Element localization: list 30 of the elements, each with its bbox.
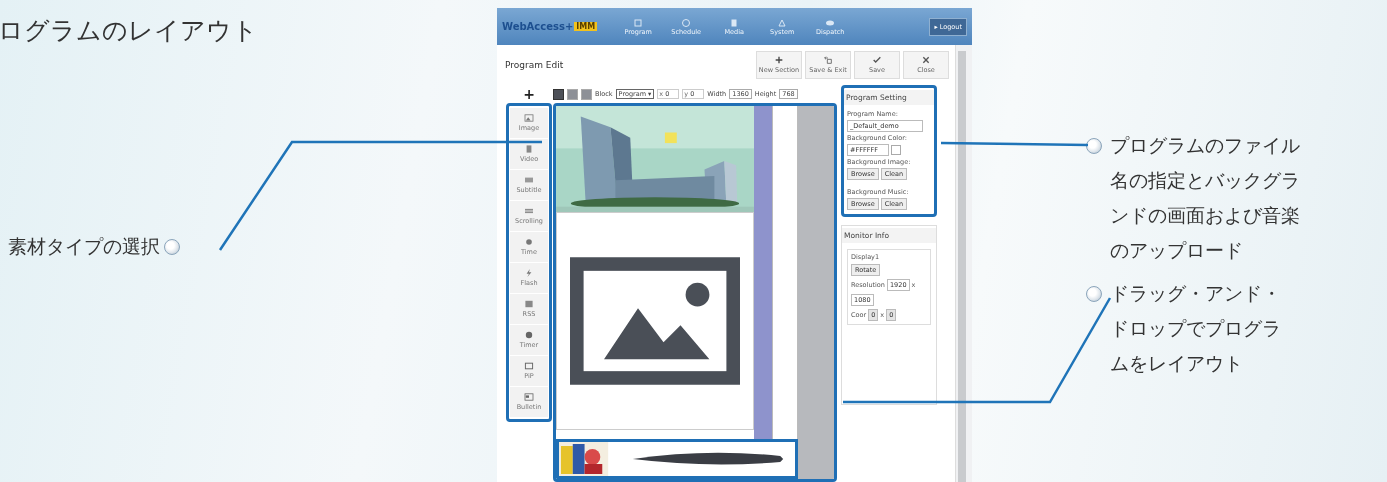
image-placeholder-icon bbox=[570, 256, 740, 386]
plus-icon bbox=[775, 56, 783, 64]
close-icon bbox=[922, 56, 930, 64]
view-mode-button[interactable] bbox=[553, 88, 564, 100]
circle-icon bbox=[524, 331, 534, 339]
app-logo: WebAccess+ IMM bbox=[502, 21, 598, 32]
callout-dot-icon bbox=[164, 238, 180, 255]
callout-text: ドラッグ・アンド・ドロップでプログラムをレイアウト bbox=[1110, 281, 1281, 376]
document-icon bbox=[729, 17, 740, 28]
frame-icon bbox=[524, 362, 534, 370]
lines-icon bbox=[524, 207, 534, 215]
callout-dot-icon bbox=[1086, 138, 1102, 154]
color-picker-button[interactable] bbox=[891, 145, 901, 155]
image-icon bbox=[524, 114, 534, 122]
callout-text: 素材タイプの選択 bbox=[8, 234, 160, 259]
page-title: Program Edit bbox=[505, 60, 564, 70]
board-icon bbox=[524, 393, 534, 401]
callout-text: プログラムのファイル名の指定とバックグランドの画面および音楽のアップロード bbox=[1110, 133, 1300, 263]
scrollbar[interactable] bbox=[958, 51, 966, 482]
arrow-box-icon bbox=[824, 56, 832, 64]
checkmark-icon bbox=[873, 56, 881, 64]
square-icon bbox=[633, 17, 644, 28]
lightning-icon bbox=[524, 269, 534, 277]
add-button[interactable]: + bbox=[523, 85, 535, 103]
triangle-icon bbox=[777, 17, 788, 28]
film-icon bbox=[524, 145, 534, 153]
callout-dot-icon bbox=[1086, 286, 1102, 302]
panel-icon bbox=[524, 176, 534, 184]
section-heading: ログラムのレイアウト bbox=[0, 15, 259, 47]
square-icon bbox=[524, 300, 534, 308]
